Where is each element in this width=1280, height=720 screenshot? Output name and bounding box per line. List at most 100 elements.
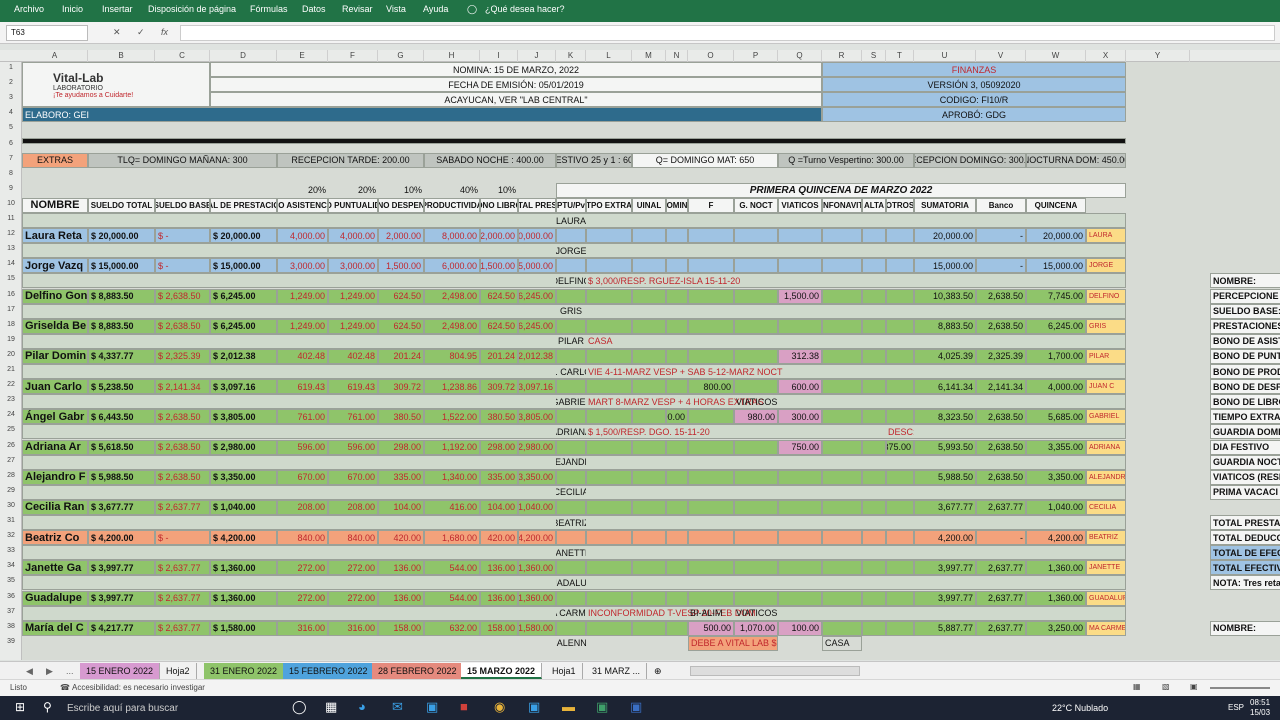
row-header[interactable]: 15 (0, 275, 22, 282)
employee-tag[interactable]: GABRIEL (556, 394, 586, 409)
quincena[interactable]: 1,360.00 (1026, 560, 1086, 576)
column-header-L[interactable]: L (586, 50, 632, 62)
prestacion[interactable]: $ 4,200.00 (210, 530, 277, 546)
bono-asist[interactable]: 4,000.00 (277, 228, 328, 244)
bono-libro[interactable]: 335.00 (480, 469, 518, 485)
empty-cell[interactable] (632, 499, 666, 515)
empty-cell[interactable] (556, 348, 586, 364)
extra-rate-0[interactable]: EXTRAS (22, 152, 88, 168)
bono-desp[interactable]: 380.50 (378, 409, 424, 425)
empty-cell[interactable] (822, 318, 862, 334)
sueldo-total[interactable]: $ 5,988.50 (88, 469, 155, 485)
empty-cell[interactable] (666, 439, 688, 455)
empty-cell[interactable] (688, 469, 734, 485)
bono-asist[interactable]: 761.00 (277, 409, 328, 425)
empty-cell[interactable] (822, 590, 862, 606)
empty-cell[interactable] (632, 620, 666, 636)
empty-cell[interactable] (886, 620, 914, 636)
bono-punt[interactable]: 840.00 (328, 530, 378, 546)
empty-cell[interactable] (778, 530, 822, 546)
g-noct-value[interactable]: 800.00 (688, 379, 734, 395)
column-header-X[interactable]: X (1086, 50, 1126, 62)
extra-value[interactable]: 300.00 (778, 409, 822, 425)
menu-revisar[interactable]: Revisar (342, 4, 373, 14)
empty-cell[interactable] (734, 318, 778, 334)
employee-short[interactable]: LAURA (1086, 228, 1126, 244)
row-header[interactable]: 22 (0, 381, 22, 388)
finanzas[interactable]: FINANZAS (822, 62, 1126, 78)
empty-cell[interactable] (886, 348, 914, 364)
office-icon[interactable]: ■ (460, 699, 468, 714)
bono-asist[interactable]: 596.00 (277, 439, 328, 455)
quincena[interactable]: 6,245.00 (1026, 318, 1086, 334)
tab-31-enero[interactable]: 31 ENERO 2022 (204, 663, 285, 679)
employee-note[interactable]: $ 3,000/RESP. RGUEZ-ISLA 15-11-20 (586, 273, 914, 288)
row-header[interactable]: 33 (0, 547, 22, 554)
add-sheet-icon[interactable]: ⊕ (648, 663, 668, 679)
side-panel-item[interactable]: GUARDIA DOMING (1210, 424, 1280, 440)
bono-libro[interactable]: 201.24 (480, 348, 518, 364)
empty-cell[interactable] (556, 228, 586, 244)
extra-rate-2[interactable]: RECEPCION TARDE: 200.00 (277, 152, 424, 168)
bono-asist[interactable]: 272.00 (277, 590, 328, 606)
row-header[interactable]: 12 (0, 230, 22, 237)
extra-rate-5[interactable]: Q= DOMINGO MAT: 650 (632, 152, 778, 168)
empty-cell[interactable] (886, 288, 914, 304)
banco[interactable]: 2,638.50 (976, 439, 1026, 455)
empty-cell[interactable] (586, 258, 632, 274)
column-title[interactable]: SUELDO BASE (155, 197, 210, 213)
bono-punt[interactable]: 402.48 (328, 348, 378, 364)
empty-cell[interactable] (822, 469, 862, 485)
employee-name[interactable]: Delfino Gon (22, 288, 88, 304)
side-panel-item[interactable]: PERCEPCIONE (1210, 288, 1280, 304)
empty-cell[interactable] (688, 439, 734, 455)
empty-cell[interactable] (862, 318, 886, 334)
row-header[interactable]: 23 (0, 396, 22, 403)
empty-cell[interactable] (734, 499, 778, 515)
quincena[interactable]: 3,250.00 (1026, 620, 1086, 636)
empty-cell[interactable] (556, 499, 586, 515)
empty-cell[interactable] (734, 439, 778, 455)
bono-libro[interactable]: 420.00 (480, 530, 518, 546)
row-header[interactable]: 6 (0, 140, 22, 147)
row-header[interactable]: 1 (0, 64, 22, 71)
row-header[interactable]: 39 (0, 638, 22, 645)
empty-cell[interactable] (862, 620, 886, 636)
bono-prod[interactable]: 544.00 (424, 560, 480, 576)
empty-cell[interactable] (822, 348, 862, 364)
empty-cell[interactable] (886, 469, 914, 485)
mail-icon[interactable]: ✉ (392, 699, 403, 715)
column-title[interactable]: UINAL (632, 197, 666, 213)
extra-rate-8[interactable]: NOCTURNA DOM: 450.00 (1026, 152, 1126, 168)
desc-note[interactable]: DESC: 8-MARZO (886, 424, 914, 439)
bono-prod[interactable]: 1,680.00 (424, 530, 480, 546)
bono-tot[interactable]: 4,200.00 (518, 530, 556, 546)
empty-cell[interactable] (886, 560, 914, 576)
menu-insertar[interactable]: Insertar (102, 4, 133, 14)
empty-cell[interactable] (632, 258, 666, 274)
tab-28-febrero[interactable]: 28 FEBRERO 2022 (372, 663, 464, 679)
column-title[interactable]: TOTAL PRESTA (518, 197, 556, 213)
menu-disposicion[interactable]: Disposición de página (148, 4, 236, 14)
row-header[interactable]: 18 (0, 321, 22, 328)
row-header[interactable]: 9 (0, 185, 22, 192)
quincena[interactable]: 4,000.00 (1026, 379, 1086, 395)
g-noct-value-2[interactable]: 600.00 (666, 409, 688, 425)
tab-31-marzo[interactable]: 31 MARZ ... (586, 663, 648, 679)
empty-cell[interactable] (822, 288, 862, 304)
bono-desp[interactable]: 136.00 (378, 560, 424, 576)
employee-short[interactable]: JUAN C (1086, 379, 1126, 395)
empty-cell[interactable] (886, 228, 914, 244)
empty-cell[interactable] (556, 318, 586, 334)
column-header-M[interactable]: M (632, 50, 666, 62)
empty-cell[interactable] (586, 288, 632, 304)
empty-cell[interactable] (886, 318, 914, 334)
quincena[interactable]: 7,745.00 (1026, 288, 1086, 304)
bono-prod[interactable]: 2,498.00 (424, 318, 480, 334)
column-title[interactable]: ONO LIBRO (480, 197, 518, 213)
bono-asist[interactable]: 1,249.00 (277, 318, 328, 334)
bono-libro[interactable]: 298.00 (480, 439, 518, 455)
empty-cell[interactable] (822, 499, 862, 515)
sueldo-total[interactable]: $ 8,883.50 (88, 318, 155, 334)
row-header[interactable]: 10 (0, 200, 22, 207)
